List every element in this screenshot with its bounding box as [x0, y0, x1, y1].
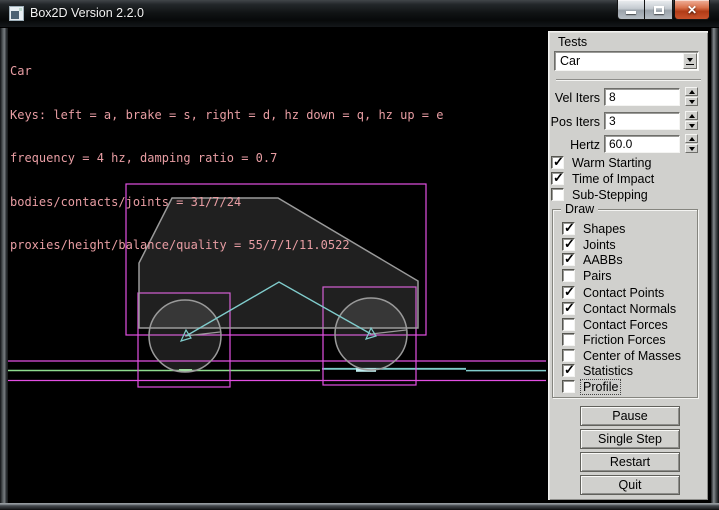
debug-info-text: Car Keys: left = a, brake = s, right = d… — [10, 35, 443, 282]
checkbox-box[interactable] — [562, 253, 575, 266]
pos-iters-spinner — [685, 111, 698, 130]
hertz-label: Hertz — [548, 138, 600, 152]
checkbox-box[interactable] — [562, 349, 575, 362]
pos-iters-label: Pos Iters — [548, 115, 600, 129]
checkbox-box[interactable] — [562, 380, 575, 393]
info-line-keys: Keys: left = a, brake = s, right = d, hz… — [10, 108, 443, 123]
close-button[interactable]: ✕ — [674, 0, 710, 20]
hertz-spinner — [685, 134, 698, 153]
control-panel: Tests Car Vel Iters Pos Iters — [548, 31, 708, 500]
minimize-button[interactable] — [617, 0, 645, 20]
checkbox-label: Contact Points — [583, 286, 664, 300]
tests-label: Tests — [558, 35, 587, 49]
app-icon — [9, 6, 24, 21]
checkbox-label: Time of Impact — [572, 172, 654, 186]
checkbox-label: Sub-Stepping — [572, 188, 648, 202]
checkbox-label: Friction Forces — [583, 333, 666, 347]
close-icon: ✕ — [687, 3, 697, 17]
checkbox-box[interactable] — [551, 172, 564, 185]
checkbox-label: Statistics — [583, 364, 633, 378]
vel-iters-field-wrap — [604, 88, 680, 106]
window-border-left — [0, 28, 8, 510]
vel-iters-label: Vel Iters — [548, 91, 600, 105]
checkbox-label: Contact Forces — [583, 318, 668, 332]
arrow-down-icon — [689, 147, 695, 151]
separator — [556, 79, 701, 81]
checkbox-label: Joints — [583, 238, 616, 252]
vel-iters-input[interactable] — [605, 89, 679, 105]
checkbox-box[interactable] — [551, 156, 564, 169]
title-bar[interactable]: Box2D Version 2.2.0 ✕ — [0, 0, 719, 28]
checkbox-box[interactable] — [562, 302, 575, 315]
arrow-up-icon — [689, 90, 695, 94]
quit-button[interactable]: Quit — [580, 475, 680, 495]
info-line-frequency: frequency = 4 hz, damping ratio = 0.7 — [10, 151, 443, 166]
vel-iters-spinner — [685, 87, 698, 106]
window-border-right — [711, 28, 719, 510]
restart-button[interactable]: Restart — [580, 452, 680, 472]
checkbox-label: Center of Masses — [583, 349, 681, 363]
checkbox-box[interactable] — [562, 364, 575, 377]
pos-iters-field-wrap — [604, 112, 680, 130]
pos-iters-down-button[interactable] — [685, 121, 698, 130]
checkbox-box[interactable] — [562, 269, 575, 282]
checkbox-label: AABBs — [583, 253, 623, 267]
hertz-field-wrap — [604, 135, 680, 153]
checkbox-box[interactable] — [562, 286, 575, 299]
checkbox-box[interactable] — [551, 188, 564, 201]
checkbox-label: Contact Normals — [583, 302, 676, 316]
pause-button[interactable]: Pause — [580, 406, 680, 426]
info-line-proxies: proxies/height/balance/quality = 55/7/1/… — [10, 238, 443, 253]
tests-dropdown-value: Car — [560, 54, 580, 68]
arrow-up-icon — [689, 137, 695, 141]
checkbox-label: Shapes — [583, 222, 625, 236]
window-title: Box2D Version 2.2.0 — [30, 6, 144, 20]
checkbox-box[interactable] — [562, 222, 575, 235]
info-line-counts: bodies/contacts/joints = 31/7/24 — [10, 195, 443, 210]
pos-iters-up-button[interactable] — [685, 111, 698, 120]
pos-iters-input[interactable] — [605, 113, 679, 129]
checkbox-label: Warm Starting — [572, 156, 651, 170]
checkbox-label: Pairs — [583, 269, 611, 283]
arrow-down-icon — [689, 124, 695, 128]
pos-iters-row: Pos Iters — [548, 112, 708, 131]
checkbox-box[interactable] — [562, 238, 575, 251]
arrow-up-icon — [689, 114, 695, 118]
single-step-button[interactable]: Single Step — [580, 429, 680, 449]
tests-dropdown[interactable]: Car — [554, 51, 699, 71]
arrow-down-icon — [689, 100, 695, 104]
vel-iters-up-button[interactable] — [685, 87, 698, 96]
hertz-down-button[interactable] — [685, 144, 698, 153]
app-window: Box2D Version 2.2.0 ✕ — [0, 0, 719, 510]
hertz-input[interactable] — [605, 136, 679, 152]
hertz-up-button[interactable] — [685, 134, 698, 143]
chevron-down-icon[interactable] — [683, 53, 697, 69]
vel-iters-down-button[interactable] — [685, 97, 698, 106]
info-line-test-name: Car — [10, 64, 443, 79]
vel-iters-row: Vel Iters — [548, 88, 708, 107]
checkbox-label: Profile — [581, 380, 620, 394]
hertz-row: Hertz — [548, 135, 708, 154]
maximize-button[interactable] — [645, 0, 673, 20]
maximize-icon — [654, 6, 664, 14]
checkbox-box[interactable] — [562, 318, 575, 331]
draw-group-label: Draw — [561, 202, 598, 216]
window-border-bottom — [0, 503, 719, 510]
checkbox-box[interactable] — [562, 333, 575, 346]
minimize-icon — [626, 11, 636, 14]
